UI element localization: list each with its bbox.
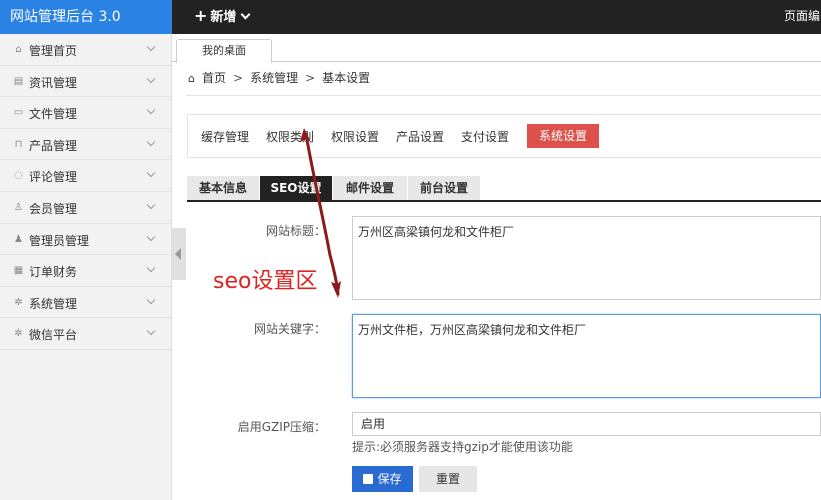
breadcrumb-system[interactable]: 系统管理 <box>250 71 298 85</box>
chevron-down-icon <box>146 327 156 336</box>
sidebar-item-label: 微信平台 <box>29 328 78 343</box>
chevron-down-icon <box>146 200 156 210</box>
sidebar-item[interactable]: ♙ 会员管理 <box>0 192 171 224</box>
sidebar-item[interactable]: ⌂ 管理首页 <box>0 34 171 66</box>
tab-mail-settings[interactable]: 邮件设置 <box>333 176 407 200</box>
sidebar-item[interactable]: ✲ 微信平台 <box>0 318 171 350</box>
reset-button[interactable]: 重置 <box>419 466 477 492</box>
sidebar-item-label: 会员管理 <box>29 201 78 216</box>
gzip-select[interactable]: 启用 <box>352 412 821 436</box>
sidebar-item[interactable]: ▭ 文件管理 <box>0 97 171 129</box>
admin-icon: ♟ <box>14 233 23 245</box>
tab-frontend-settings[interactable]: 前台设置 <box>408 176 480 200</box>
annotation-arrow-head <box>331 281 341 298</box>
chevron-down-icon <box>146 295 156 304</box>
new-menu-button[interactable]: + 新增 <box>194 0 251 34</box>
chevron-down-icon <box>146 232 156 241</box>
plus-icon: + <box>194 6 208 25</box>
collapse-arrow-icon <box>175 248 181 260</box>
new-label: 新增 <box>210 10 237 25</box>
image-icon: ▭ <box>13 107 24 119</box>
brand-title[interactable]: 网站管理后台 3.0 <box>0 0 172 34</box>
breadcrumb-home[interactable]: 首页 <box>202 71 226 85</box>
sidebar-item-label: 评论管理 <box>29 170 78 185</box>
chevron-down-icon <box>146 74 156 83</box>
wechat-icon: ✲ <box>14 328 23 340</box>
site-keywords-field[interactable]: 万州文件柜，万州区高梁镇何龙和文件柜厂 <box>352 314 821 398</box>
site-keywords-label: 网站关键字： <box>253 322 326 336</box>
gzip-label: 启用GZIP压缩： <box>237 420 326 434</box>
product-icon: ⊓ <box>14 138 23 150</box>
cog-icon: ✲ <box>14 296 23 308</box>
save-disk-icon <box>363 474 374 484</box>
home-icon: ⌂ <box>15 44 22 55</box>
sidebar-item-label: 系统管理 <box>29 296 78 311</box>
sidebar-item[interactable]: ▦ 订单财务 <box>0 255 171 287</box>
page-edit-link[interactable]: 页面编 <box>784 0 820 32</box>
sidebar-item-label: 管理员管理 <box>29 233 90 248</box>
nav-payment-settings[interactable]: 支付设置 <box>461 128 509 145</box>
chevron-down-icon <box>146 137 156 147</box>
nav-permission-category[interactable]: 权限类别 <box>266 128 314 145</box>
tab-basic-info[interactable]: 基本信息 <box>187 176 259 200</box>
news-icon: ▤ <box>13 75 24 87</box>
save-button[interactable]: 保存 <box>352 466 413 492</box>
gzip-hint: 提示:必须服务器支持gzip才能使用该功能 <box>352 440 573 454</box>
sidebar-item[interactable]: ◌ 评论管理 <box>0 160 171 192</box>
site-title-field[interactable]: 万州区高梁镇何龙和文件柜厂 <box>352 216 821 300</box>
order-icon: ▦ <box>13 265 24 277</box>
sidebar-item-label: 文件管理 <box>29 107 78 122</box>
sidebar-item[interactable]: ♟ 管理员管理 <box>0 224 171 256</box>
sidebar: ⌂ 管理首页 ▤ 资讯管理 ▭ 文件管理 ⊓ 产品管理 ◌ 评论管理 ♙ 会员管理 ♟ 管理员管理 ▦ 订单财… <box>0 34 172 500</box>
breadcrumb-basic: 基本设置 <box>322 71 371 85</box>
sidebar-item[interactable]: ▤ 资讯管理 <box>0 66 171 98</box>
tab-strip: 我的桌面 <box>172 34 821 63</box>
nav-cache[interactable]: 缓存管理 <box>201 128 249 145</box>
breadcrumb-separator: > <box>305 71 316 85</box>
member-icon: ♙ <box>14 201 23 213</box>
tab-seo-settings[interactable]: SEO设置 <box>260 176 332 200</box>
sidebar-item-label: 资讯管理 <box>29 75 78 90</box>
sidebar-item[interactable]: ✲ 系统管理 <box>0 287 171 319</box>
seo-annotation-text: seo设置区 <box>213 269 318 294</box>
sidebar-item-label: 订单财务 <box>29 265 78 280</box>
chevron-down-icon <box>240 9 251 20</box>
comment-icon: ◌ <box>14 170 23 182</box>
site-title-label: 网站标题： <box>265 224 326 238</box>
chevron-down-icon <box>146 263 156 273</box>
top-bar: 网站管理后台 3.0 + 新增 页面编 <box>0 0 821 34</box>
sidebar-item-label: 管理首页 <box>29 44 78 58</box>
sidebar-collapse-handle[interactable] <box>172 228 186 280</box>
nav-system-settings[interactable]: 系统设置 <box>527 124 599 148</box>
sidebar-item-label: 产品管理 <box>29 138 78 153</box>
sidebar-item[interactable]: ⊓ 产品管理 <box>0 129 171 161</box>
sub-tabs: 基本信息 SEO设置 邮件设置 前台设置 <box>187 176 821 202</box>
save-label: 保存 <box>377 472 402 486</box>
breadcrumb-separator: > <box>233 71 244 85</box>
nav-permission-settings[interactable]: 权限设置 <box>331 128 379 145</box>
tab-my-desktop[interactable]: 我的桌面 <box>176 39 272 63</box>
settings-nav: 缓存管理 权限类别 权限设置 产品设置 支付设置 系统设置 <box>187 114 821 158</box>
chevron-down-icon <box>146 105 156 115</box>
chevron-down-icon <box>146 42 156 52</box>
chevron-down-icon <box>146 169 156 178</box>
home-icon: ⌂ <box>188 72 195 85</box>
breadcrumb: ⌂ 首页 > 系统管理 > 基本设置 <box>186 62 821 96</box>
nav-product-settings[interactable]: 产品设置 <box>396 128 444 145</box>
